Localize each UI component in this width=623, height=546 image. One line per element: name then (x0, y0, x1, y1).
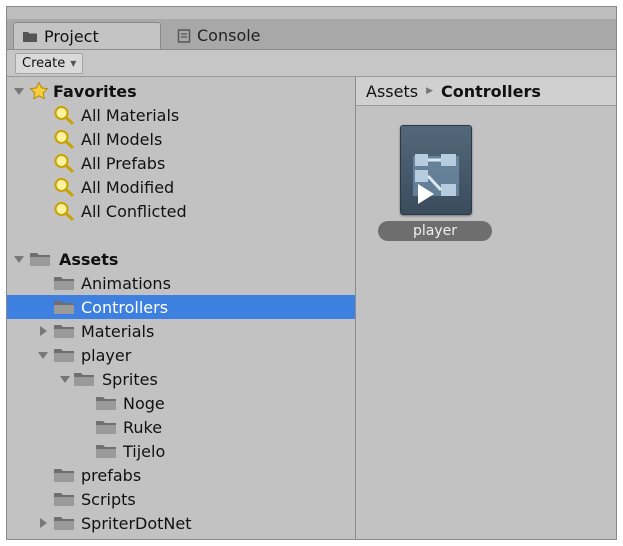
search-icon (53, 105, 75, 125)
expand-arrow-icon[interactable] (37, 349, 49, 361)
asset-tile-player[interactable] (400, 125, 472, 215)
tree-row-favorites[interactable]: Favorites (7, 79, 355, 103)
breadcrumb-root[interactable]: Assets (366, 82, 418, 101)
expand-arrow-icon[interactable] (37, 325, 49, 337)
tab-bar: Project Console (7, 19, 616, 50)
folder-label: Materials (81, 321, 155, 341)
tree-row-folder[interactable]: Tijelo (7, 439, 355, 463)
folder-label: Controllers (81, 297, 169, 317)
folder-icon (95, 443, 117, 459)
folder-tree-pane[interactable]: Favorites All Materials All Models All P… (7, 77, 356, 539)
tree-row-folder[interactable]: Scripts (7, 487, 355, 511)
folder-icon (22, 30, 38, 43)
create-button-label: Create (22, 56, 66, 71)
favorite-item[interactable]: All Prefabs (7, 151, 355, 175)
console-icon (177, 28, 191, 43)
create-button[interactable]: Create ▼ (15, 53, 84, 74)
tree-row-folder[interactable]: SpriterDotNet (7, 511, 355, 535)
chevron-down-icon: ▼ (70, 59, 77, 68)
folder-label: player (81, 345, 132, 365)
favorite-item-label: All Models (81, 129, 163, 149)
tree-row-folder[interactable]: prefabs (7, 463, 355, 487)
tree-row-folder[interactable]: Noge (7, 391, 355, 415)
asset-grid-pane[interactable]: Assets ▶ Controllers player (356, 77, 616, 539)
folder-label: Noge (123, 393, 165, 413)
folder-icon (53, 275, 75, 291)
folder-icon (73, 371, 95, 387)
folder-icon (95, 395, 117, 411)
folder-icon (95, 419, 117, 435)
search-icon (53, 177, 75, 197)
folder-icon (53, 347, 75, 363)
folder-label: Ruke (123, 417, 163, 437)
favorite-item[interactable]: All Modified (7, 175, 355, 199)
folder-label: Scripts (81, 489, 136, 509)
tab-console-label: Console (197, 26, 261, 45)
favorite-item[interactable]: All Conflicted (7, 199, 355, 223)
folder-label: prefabs (81, 465, 142, 485)
tree-row-folder[interactable]: player (7, 343, 355, 367)
asset-name-label[interactable]: player (378, 221, 492, 241)
folder-label: Sprites (102, 369, 158, 389)
folder-icon (29, 251, 51, 267)
tab-console[interactable]: Console (169, 22, 309, 49)
folder-icon (53, 491, 75, 507)
folder-icon (53, 299, 75, 315)
search-icon (53, 201, 75, 221)
tree-row-folder[interactable]: Sprites (7, 367, 355, 391)
expand-arrow-icon[interactable] (59, 373, 71, 385)
tab-project[interactable]: Project (13, 22, 161, 49)
project-window: Project Console Create ▼ Favorites All M… (6, 6, 617, 540)
expand-arrow-icon[interactable] (37, 517, 49, 529)
favorite-item-label: All Conflicted (81, 201, 187, 221)
tree-row-folder[interactable]: Ruke (7, 415, 355, 439)
search-icon (53, 129, 75, 149)
favorites-label: Favorites (53, 81, 137, 101)
favorite-item-label: All Materials (81, 105, 180, 125)
folder-icon (53, 467, 75, 483)
favorite-item[interactable]: All Models (7, 127, 355, 151)
expand-arrow-icon[interactable] (13, 253, 25, 265)
folder-label: SpriterDotNet (81, 513, 192, 533)
star-icon (29, 81, 49, 101)
favorite-item[interactable]: All Materials (7, 103, 355, 127)
folder-label: Animations (81, 273, 171, 293)
search-icon (53, 153, 75, 173)
folder-icon (53, 515, 75, 531)
assets-label: Assets (59, 249, 119, 269)
animator-controller-icon (400, 125, 472, 215)
favorite-item-label: All Prefabs (81, 153, 166, 173)
tree-row-folder-selected[interactable]: Controllers (7, 295, 355, 319)
project-toolbar: Create ▼ (7, 50, 616, 77)
breadcrumb: Assets ▶ Controllers (356, 77, 616, 106)
breadcrumb-current[interactable]: Controllers (441, 82, 541, 101)
favorite-item-label: All Modified (81, 177, 175, 197)
tree-row-folder[interactable]: Animations (7, 271, 355, 295)
folder-icon (53, 323, 75, 339)
tab-project-label: Project (44, 26, 99, 46)
tree-row-assets[interactable]: Assets (7, 247, 355, 271)
expand-arrow-icon[interactable] (13, 85, 25, 97)
folder-label: Tijelo (123, 441, 166, 461)
breadcrumb-separator-icon: ▶ (426, 86, 433, 96)
tree-row-folder[interactable]: Materials (7, 319, 355, 343)
